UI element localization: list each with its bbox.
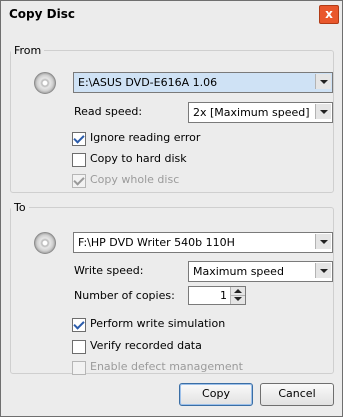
copies-stepper[interactable]: 1 (188, 286, 246, 305)
enable-defect-management-label: Enable defect management (90, 360, 243, 373)
perform-write-simulation-checkbox[interactable] (72, 318, 86, 332)
to-group: To F:\HP DVD Writer 540b 110H Write spee… (10, 201, 334, 375)
verify-recorded-data-label[interactable]: Verify recorded data (90, 339, 202, 352)
target-disc-icon (34, 232, 56, 254)
close-icon[interactable]: x (319, 5, 339, 24)
write-speed-value: Maximum speed (193, 265, 284, 278)
copy-to-hard-disk-label[interactable]: Copy to hard disk (90, 152, 187, 165)
from-group: From E:\ASUS DVD-E616A 1.06 Read speed: … (10, 44, 334, 193)
copies-spin-buttons[interactable] (230, 287, 245, 304)
read-speed-label: Read speed: (74, 105, 143, 118)
verify-recorded-data-checkbox[interactable] (72, 340, 86, 354)
source-drive-value: E:\ASUS DVD-E616A 1.06 (78, 76, 218, 89)
copy-to-hard-disk-checkbox[interactable] (72, 153, 86, 167)
copies-value: 1 (220, 289, 227, 302)
chevron-down-icon[interactable] (315, 263, 331, 278)
read-speed-select[interactable]: 2x [Maximum speed] (188, 102, 333, 123)
ignore-reading-error-label[interactable]: Ignore reading error (90, 131, 200, 144)
copy-button-label: Copy (202, 387, 230, 400)
write-speed-label: Write speed: (74, 264, 144, 277)
chevron-down-icon[interactable] (315, 234, 331, 249)
write-speed-select[interactable]: Maximum speed (188, 261, 333, 282)
chevron-down-icon[interactable] (315, 74, 331, 89)
window-title: Copy Disc (9, 7, 75, 21)
copy-disc-dialog: Copy Disc x From E:\ASUS DVD-E616A 1.06 … (0, 0, 343, 417)
source-drive-select[interactable]: E:\ASUS DVD-E616A 1.06 (73, 72, 333, 93)
perform-write-simulation-label[interactable]: Perform write simulation (90, 317, 225, 330)
ignore-reading-error-checkbox[interactable] (72, 132, 86, 146)
copy-whole-disc-label: Copy whole disc (90, 173, 180, 186)
copies-label: Number of copies: (74, 289, 175, 302)
target-drive-value: F:\HP DVD Writer 540b 110H (78, 236, 235, 249)
copy-whole-disc-checkbox (72, 174, 86, 188)
to-legend: To (14, 201, 26, 214)
target-drive-select[interactable]: F:\HP DVD Writer 540b 110H (73, 232, 333, 253)
read-speed-value: 2x [Maximum speed] (193, 106, 310, 119)
spin-down-icon[interactable] (231, 295, 245, 303)
source-disc-icon (34, 72, 56, 94)
from-legend: From (14, 44, 42, 57)
copy-button[interactable]: Copy (179, 383, 253, 406)
title-bar[interactable]: Copy Disc x (1, 1, 342, 27)
chevron-down-icon[interactable] (315, 104, 331, 119)
cancel-button-label: Cancel (278, 387, 316, 400)
enable-defect-management-checkbox (72, 361, 86, 375)
cancel-button[interactable]: Cancel (260, 383, 334, 406)
